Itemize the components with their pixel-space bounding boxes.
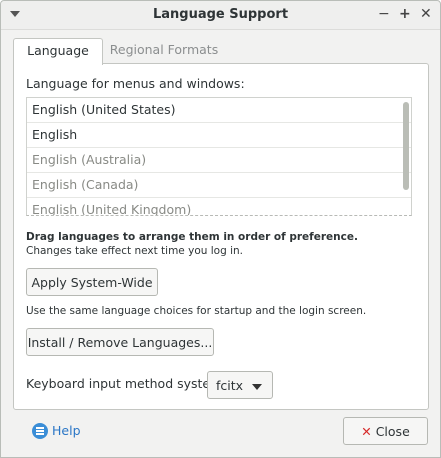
tab-language[interactable]: Language — [13, 38, 103, 65]
apply-hint: Use the same language choices for startu… — [26, 305, 367, 317]
list-item[interactable]: English — [27, 123, 411, 148]
keyboard-input-select[interactable]: fcitx — [207, 371, 273, 399]
language-list-heading: Language for menus and windows: — [26, 76, 245, 91]
dropdown-arrow-icon — [252, 384, 262, 390]
title-bar: Language Support − + ✕ — [1, 1, 440, 30]
minimize-icon[interactable]: − — [378, 6, 390, 22]
close-button[interactable]: ✕ Close — [343, 417, 428, 445]
list-item[interactable]: English (Australia) — [27, 148, 411, 173]
tab-regional-formats[interactable]: Regional Formats — [105, 38, 223, 64]
help-icon — [32, 423, 48, 439]
list-item[interactable]: English (Canada) — [27, 173, 411, 198]
list-item[interactable]: English (United States) — [27, 98, 411, 123]
apply-system-wide-button[interactable]: Apply System-Wide — [26, 268, 158, 296]
window-title: Language Support — [152, 7, 289, 22]
install-remove-languages-button[interactable]: Install / Remove Languages... — [26, 328, 214, 356]
close-label: Close — [375, 424, 410, 439]
keyboard-input-label: Keyboard input method system: — [26, 376, 227, 391]
keyboard-input-value: fcitx — [216, 378, 244, 393]
list-scrollbar[interactable] — [403, 102, 409, 190]
close-icon[interactable]: ✕ — [420, 6, 432, 22]
close-x-icon: ✕ — [361, 424, 372, 439]
maximize-icon[interactable]: + — [399, 6, 411, 22]
language-list[interactable]: English (United States) English English … — [26, 97, 412, 216]
help-label: Help — [52, 423, 81, 438]
drag-subhint: Changes take effect next time you log in… — [26, 245, 243, 257]
list-item[interactable]: English (United Kingdom) — [27, 198, 411, 215]
drag-hint: Drag languages to arrange them in order … — [26, 231, 358, 243]
